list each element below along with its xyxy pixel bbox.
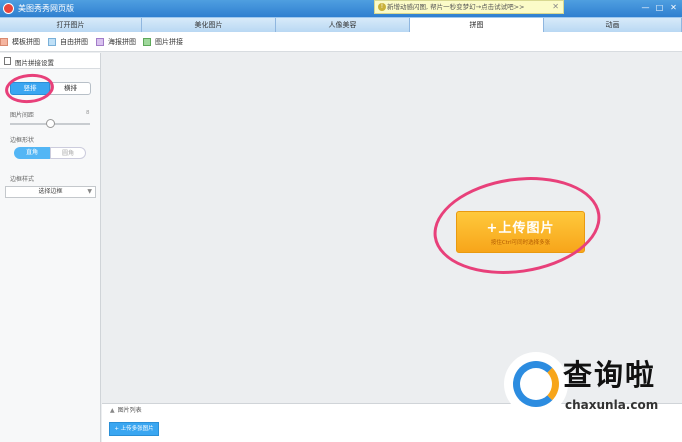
border-style-value: 选择边框	[38, 188, 63, 195]
tab-animation[interactable]: 动画	[544, 18, 682, 32]
watermark-logo-icon	[504, 352, 568, 416]
spacing-slider-thumb[interactable]	[46, 119, 55, 128]
magnifier-ring	[513, 361, 559, 407]
stitch-button[interactable]: 图片拼接	[143, 37, 183, 47]
poster-icon	[96, 38, 104, 46]
free-icon	[48, 38, 56, 46]
tab-beautify[interactable]: 美化图片	[142, 18, 276, 32]
corner-label: 边框形状	[10, 137, 35, 144]
corner-round-button[interactable]: 圆角	[50, 147, 86, 159]
collage-toolbar: 模板拼图 自由拼图 海报拼图 图片拼接	[0, 32, 682, 52]
free-collage-button[interactable]: 自由拼图	[48, 37, 88, 47]
maximize-button[interactable]: □	[653, 2, 666, 14]
stitch-label: 图片拼接	[155, 38, 183, 46]
spacing-value: 8	[86, 110, 90, 116]
collapse-arrow-icon: ▲	[110, 407, 115, 414]
close-button[interactable]: ✕	[667, 2, 680, 14]
title-bar: 美图秀秀网页版 ! 新增动感闪图, 帮片一秒变梦幻→点击试试吧>> ✕ — □ …	[0, 0, 682, 17]
tab-portrait[interactable]: 人像美容	[276, 18, 410, 32]
tab-open-image[interactable]: 打开图片	[0, 18, 142, 32]
watermark-name: 查询啦	[563, 358, 657, 392]
notice-banner[interactable]: ! 新增动感闪图, 帮片一秒变梦幻→点击试试吧>> ✕	[374, 0, 564, 14]
border-style-select[interactable]: 选择边框 ▼	[5, 186, 96, 198]
main-tabs: 打开图片 美化图片 人像美容 拼图 动画	[0, 17, 682, 32]
poster-collage-label: 海报拼图	[108, 38, 136, 46]
image-list-title: 图片列表	[117, 407, 142, 414]
corner-square-button[interactable]: 直角	[14, 147, 50, 159]
upload-multiple-button[interactable]: + 上传多张图片	[109, 422, 159, 436]
window-title: 美图秀秀网页版	[18, 4, 74, 13]
poster-collage-button[interactable]: 海报拼图	[96, 37, 136, 47]
watermark-url: chaxunla.com	[565, 398, 659, 412]
notice-close-icon[interactable]: ✕	[552, 1, 559, 13]
app-logo-icon	[3, 3, 14, 14]
image-list-header[interactable]: ▲ 图片列表	[110, 405, 142, 414]
border-style-label: 边框样式	[10, 176, 35, 183]
notice-text: 新增动感闪图, 帮片一秒变梦幻→点击试试吧>>	[387, 3, 525, 11]
free-collage-label: 自由拼图	[60, 38, 88, 46]
template-collage-button[interactable]: 模板拼图	[0, 37, 40, 47]
spacing-label: 图片间距	[10, 112, 35, 119]
horizontal-layout-button[interactable]: 横排	[50, 82, 91, 95]
stitch-icon	[143, 38, 151, 46]
bulb-icon: !	[378, 3, 386, 11]
template-collage-label: 模板拼图	[12, 38, 40, 46]
panel-title: 图片拼接设置	[15, 59, 54, 67]
chevron-down-icon: ▼	[87, 188, 92, 195]
settings-icon	[4, 57, 11, 65]
minimize-button[interactable]: —	[639, 2, 652, 14]
panel-header: 图片拼接设置	[0, 53, 100, 69]
tab-collage[interactable]: 拼图	[410, 18, 544, 32]
template-icon	[0, 38, 8, 46]
